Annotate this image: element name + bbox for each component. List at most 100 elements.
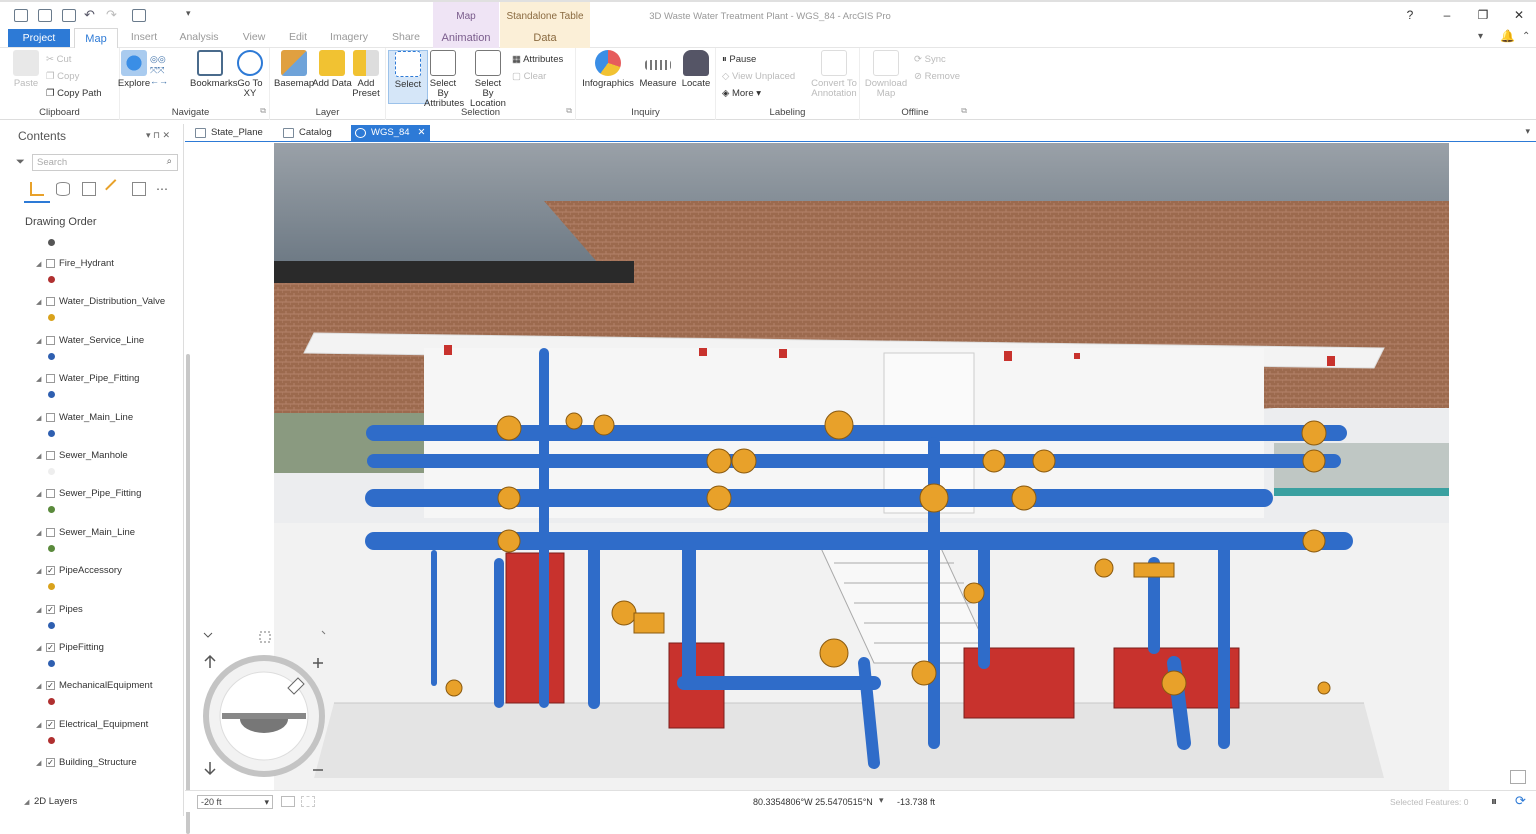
layer-item[interactable]: ◢ ✓ PipeFitting bbox=[36, 642, 104, 653]
tab-project[interactable]: Project bbox=[8, 29, 70, 47]
layer-visibility-checkbox[interactable] bbox=[46, 489, 55, 499]
measure-button[interactable]: Measure bbox=[638, 50, 678, 89]
new-project-icon[interactable] bbox=[14, 9, 28, 22]
layer-item[interactable]: ◢ Sewer_Main_Line bbox=[36, 527, 135, 538]
navigate-launcher-icon[interactable]: ⧉ bbox=[260, 106, 266, 116]
tab-overflow-icon[interactable]: ▾ bbox=[1525, 126, 1530, 137]
paste-button[interactable]: Paste bbox=[6, 50, 46, 89]
layer-group-2d-layers[interactable]: ◢ 2D Layers bbox=[24, 796, 77, 807]
pane-menu-icon[interactable]: ▾ ⊓ ✕ bbox=[146, 130, 170, 141]
layer-item[interactable]: ◢ Water_Pipe_Fitting bbox=[36, 373, 139, 384]
pause-drawing-icon[interactable]: ⏸ bbox=[1491, 794, 1497, 809]
layer-item[interactable]: ◢ ✓ Electrical_Equipment bbox=[36, 719, 148, 730]
layer-item[interactable]: ◢ ✓ MechanicalEquipment bbox=[36, 680, 152, 691]
tab-data[interactable]: Data bbox=[500, 28, 590, 48]
pause-button[interactable]: ⏸ Pause bbox=[722, 54, 756, 65]
navigation-arrows-icon[interactable]: ◎◎ ⤧⤧ ←→ bbox=[150, 54, 176, 90]
offline-launcher-icon[interactable]: ⧉ bbox=[961, 106, 967, 116]
tab-state-plane[interactable]: State_Plane bbox=[191, 125, 267, 141]
locate-button[interactable]: Locate bbox=[676, 50, 716, 89]
layer-item[interactable]: ◢ ✓ Building_Structure bbox=[36, 757, 137, 768]
tab-insert[interactable]: Insert bbox=[128, 31, 160, 47]
copy-button[interactable]: ❐ Copy bbox=[46, 71, 79, 82]
save-icon[interactable] bbox=[62, 9, 76, 22]
cut-button[interactable]: ✂ Cut bbox=[46, 54, 71, 65]
select-button[interactable]: Select bbox=[388, 50, 428, 104]
grid-icon[interactable] bbox=[301, 796, 315, 807]
select-by-attributes-button[interactable]: Select By Attributes bbox=[424, 50, 464, 109]
scene-render[interactable] bbox=[274, 143, 1449, 790]
layer-visibility-checkbox[interactable]: ✓ bbox=[46, 604, 55, 614]
clear-button[interactable]: ▢ Clear bbox=[512, 71, 546, 82]
selection-launcher-icon[interactable]: ⧉ bbox=[566, 106, 572, 116]
sync-button[interactable]: ⟳ Sync bbox=[914, 54, 946, 65]
ribbon-collapse-icon[interactable]: ⌃ bbox=[1522, 31, 1530, 42]
list-by-editing-icon[interactable] bbox=[105, 179, 125, 199]
layer-visibility-checkbox[interactable] bbox=[46, 450, 55, 460]
help-button[interactable]: ? bbox=[1400, 8, 1420, 22]
layer-item[interactable]: ◢ Sewer_Manhole bbox=[36, 450, 128, 461]
signin-dropdown-icon[interactable]: ▾ bbox=[1478, 31, 1483, 42]
view-unplaced-button[interactable]: ◇ View Unplaced bbox=[722, 71, 795, 82]
layer-visibility-checkbox[interactable]: ✓ bbox=[46, 566, 55, 576]
scale-selector[interactable]: -20 ft ▾ bbox=[197, 795, 273, 809]
redo-icon[interactable]: ↷ bbox=[106, 7, 117, 23]
download-map-button[interactable]: Download Map bbox=[864, 50, 908, 99]
list-by-selection-icon[interactable] bbox=[82, 182, 96, 196]
minimize-button[interactable]: – bbox=[1437, 8, 1457, 22]
tab-share[interactable]: Share bbox=[390, 31, 422, 47]
tab-view[interactable]: View bbox=[240, 31, 268, 47]
undo-icon[interactable]: ↶ bbox=[84, 7, 95, 23]
list-by-source-icon[interactable] bbox=[56, 182, 70, 196]
tab-imagery[interactable]: Imagery bbox=[328, 31, 370, 47]
tab-wgs-84[interactable]: WGS_84 ✕ bbox=[351, 125, 430, 141]
scene-view[interactable] bbox=[274, 143, 1449, 790]
layer-visibility-checkbox[interactable] bbox=[46, 297, 55, 307]
bookmarks-button[interactable]: Bookmarks bbox=[190, 50, 238, 89]
layer-item[interactable]: ◢ Sewer_Pipe_Fitting bbox=[36, 488, 141, 499]
layer-visibility-checkbox[interactable] bbox=[46, 258, 55, 268]
open-project-icon[interactable] bbox=[38, 9, 52, 22]
layer-visibility-checkbox[interactable]: ✓ bbox=[46, 642, 55, 652]
navigator[interactable] bbox=[200, 628, 332, 778]
layer-item[interactable]: ◢ Water_Main_Line bbox=[36, 412, 133, 423]
layer-visibility-checkbox[interactable] bbox=[46, 412, 55, 422]
close-tab-icon[interactable]: ✕ bbox=[418, 127, 426, 138]
layer-item[interactable]: ◢ Water_Service_Line bbox=[36, 335, 144, 346]
layer-visibility-checkbox[interactable]: ✓ bbox=[46, 758, 55, 768]
refresh-icon[interactable]: ⟳ bbox=[1515, 793, 1526, 809]
layer-visibility-checkbox[interactable] bbox=[46, 527, 55, 537]
customize-icon[interactable] bbox=[132, 9, 146, 22]
add-preset-button[interactable]: Add Preset bbox=[346, 50, 386, 99]
notifications-bell-icon[interactable]: 🔔 bbox=[1500, 29, 1515, 43]
more-options-icon[interactable]: ⋯ bbox=[156, 182, 168, 196]
select-by-location-button[interactable]: Select By Location bbox=[468, 50, 508, 109]
tab-map[interactable]: Map bbox=[74, 28, 118, 49]
explore-button[interactable]: Explore bbox=[114, 50, 154, 89]
layer-visibility-checkbox[interactable]: ✓ bbox=[46, 681, 55, 691]
scene-mode-icon[interactable] bbox=[281, 796, 295, 807]
list-by-drawing-order-icon[interactable] bbox=[30, 182, 44, 196]
qat-dropdown-icon[interactable]: ▾ bbox=[186, 8, 191, 19]
convert-to-annotation-button[interactable]: Convert To Annotation bbox=[810, 50, 858, 99]
layer-visibility-checkbox[interactable] bbox=[46, 374, 55, 384]
tab-animation[interactable]: Animation bbox=[433, 28, 499, 48]
basemap-button[interactable]: Basemap bbox=[274, 50, 314, 89]
layer-visibility-checkbox[interactable] bbox=[46, 335, 55, 345]
copy-path-button[interactable]: ❐ Copy Path bbox=[46, 88, 102, 99]
layer-item[interactable]: ◢ Water_Distribution_Valve bbox=[36, 296, 165, 307]
coordinate-format-dropdown-icon[interactable]: ▾ bbox=[879, 795, 884, 806]
tab-analysis[interactable]: Analysis bbox=[176, 31, 222, 47]
close-button[interactable]: ✕ bbox=[1509, 8, 1529, 22]
tab-catalog[interactable]: Catalog bbox=[279, 125, 336, 141]
layer-item[interactable]: ◢ Fire_Hydrant bbox=[36, 258, 114, 269]
tab-edit[interactable]: Edit bbox=[286, 31, 310, 47]
layer-visibility-checkbox[interactable]: ✓ bbox=[46, 719, 55, 729]
contents-search-input[interactable]: Search ⌕ bbox=[32, 154, 178, 171]
attributes-button[interactable]: ▦ Attributes bbox=[512, 54, 563, 65]
infographics-button[interactable]: Infographics bbox=[582, 50, 634, 89]
layer-item[interactable]: ◢ ✓ Pipes bbox=[36, 604, 83, 615]
map-layout-icon[interactable] bbox=[1510, 770, 1526, 784]
contents-scrollbar[interactable] bbox=[186, 354, 190, 834]
list-by-snapping-icon[interactable] bbox=[132, 182, 146, 196]
